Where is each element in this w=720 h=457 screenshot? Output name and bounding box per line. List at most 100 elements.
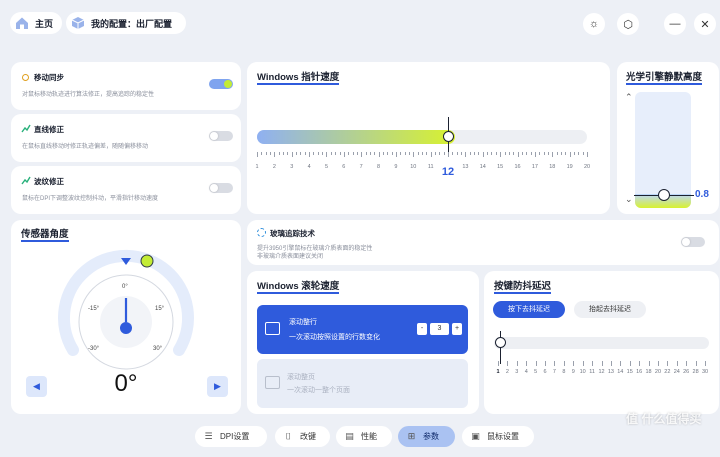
debounce-tick <box>554 361 556 366</box>
settings-button[interactable]: ⬡ <box>617 13 639 35</box>
glass-tracking-desc2: 非玻璃介质表面建议关闭 <box>257 254 324 260</box>
pointer-speed-tick <box>521 152 523 155</box>
ripple-control-card: 波纹修正 鼠标在DPI下调整波纹控制抖动，平滑指针移动速度 <box>11 166 241 214</box>
minimize-button[interactable]: — <box>664 13 686 35</box>
debounce-tick <box>610 361 612 366</box>
scroll-line-icon <box>265 322 280 335</box>
glass-tracking-toggle[interactable] <box>681 237 705 247</box>
pointer-speed-tick <box>439 152 441 155</box>
angle-snapping-desc: 在鼠标直线移动时修正轨迹偏差，随随偏移移动 <box>22 144 149 150</box>
tab-mouse-settings[interactable]: ▣ 鼠标设置 <box>462 426 534 447</box>
pointer-speed-tick <box>456 152 458 155</box>
chevron-down-icon[interactable]: ⌄ <box>625 194 633 205</box>
pointer-speed-tick-label: 15 <box>497 164 504 170</box>
close-button[interactable]: ✕ <box>694 13 716 35</box>
debounce-tick-label: 14 <box>617 369 624 375</box>
debounce-handle[interactable] <box>495 331 506 364</box>
tab-performance[interactable]: ▤ 性能 <box>336 426 392 447</box>
scroll-speed-card: Windows 滚轮速度 滚动整行 一次滚动按照设置的行数变化 - 3 + 滚动… <box>247 271 479 414</box>
motion-sync-toggle[interactable] <box>209 79 233 89</box>
debounce-tick <box>516 361 518 366</box>
scroll-speed-title: Windows 滚轮速度 <box>257 281 340 294</box>
scroll-lines-value[interactable]: 3 <box>430 323 449 335</box>
debounce-tick <box>498 361 499 366</box>
pointer-speed-tick <box>443 152 445 155</box>
pointer-speed-tick <box>413 152 415 157</box>
debounce-tick-label: 15 <box>626 369 633 375</box>
angle-label-r15: 15° <box>155 306 165 312</box>
home-icon <box>15 16 29 30</box>
debounce-tick <box>639 361 641 366</box>
pointer-speed-tick <box>274 152 276 157</box>
pointer-speed-tick <box>526 152 528 155</box>
home-button[interactable]: 主页 <box>10 12 62 34</box>
pointer-speed-fill <box>257 130 456 144</box>
scroll-line-option[interactable]: 滚动整行 一次滚动按照设置的行数变化 - 3 + <box>257 305 468 354</box>
angle-label-l15: -15° <box>88 306 100 312</box>
debounce-track[interactable] <box>494 337 709 349</box>
debounce-tick-label: 1 <box>496 369 500 375</box>
pointer-speed-track[interactable] <box>257 117 587 157</box>
pointer-speed-tick <box>304 152 306 155</box>
debounce-tick-label: 6 <box>543 369 547 375</box>
debounce-tick <box>573 361 575 366</box>
config-selector[interactable]: 我的配置：出厂配置 <box>66 12 186 34</box>
cube-icon <box>71 16 85 30</box>
pointer-speed-tick <box>378 152 380 157</box>
tab-press-debounce[interactable]: 按下去抖延迟 <box>493 301 565 318</box>
pointer-speed-tick <box>587 152 588 157</box>
debounce-tick-label: 11 <box>589 369 595 375</box>
pointer-speed-tick <box>461 152 463 155</box>
scroll-lines-minus[interactable]: - <box>417 323 427 335</box>
pointer-speed-tick <box>582 152 584 155</box>
ripple-control-toggle[interactable] <box>209 183 233 193</box>
debounce-tick-label: 22 <box>664 369 671 375</box>
angle-snapping-toggle[interactable] <box>209 131 233 141</box>
debounce-tick-label: 5 <box>534 369 538 375</box>
pointer-speed-tick <box>478 152 480 155</box>
brightness-button[interactable]: ☼ <box>583 13 605 35</box>
pointer-speed-tick <box>539 152 541 155</box>
debounce-tick <box>705 361 706 366</box>
pointer-speed-tick <box>560 152 562 155</box>
debounce-tick-label: 13 <box>607 369 614 375</box>
tab-keys[interactable]: ⌷ 改键 <box>275 426 330 447</box>
debounce-tick <box>629 361 631 366</box>
pointer-speed-tick <box>257 152 258 157</box>
debounce-card: 按键防抖延迟 按下去抖延迟 抬起去抖延迟 1 2 3 4 5 6 7 8 9 10 11 12 13 14… <box>484 271 719 414</box>
pointer-speed-tick <box>474 152 476 155</box>
scroll-page-option[interactable]: 滚动整页 一次滚动一整个页面 <box>257 359 468 408</box>
debounce-tick-label: 28 <box>692 369 699 375</box>
chevron-up-icon[interactable]: ⌃ <box>625 92 633 103</box>
ripple-icon <box>21 176 31 186</box>
pointer-speed-tick-label: 16 <box>514 164 521 170</box>
pointer-speed-tick-label: 18 <box>549 164 556 170</box>
pointer-speed-tick <box>578 152 580 155</box>
pointer-speed-tick <box>504 152 506 155</box>
hexagon-gear-icon: ⬡ <box>623 18 633 31</box>
debounce-tick <box>535 361 537 366</box>
lod-handle[interactable] <box>658 189 670 201</box>
config-label: 我的配置：出厂配置 <box>91 18 173 29</box>
pointer-speed-tick <box>374 152 376 155</box>
tab-dpi[interactable]: ☰ DPI设置 <box>195 426 267 447</box>
debounce-tick <box>657 361 659 366</box>
pointer-speed-tick-label: 11 <box>427 164 434 170</box>
pointer-speed-tick <box>335 152 337 155</box>
mouse-icon: ⌷ <box>285 431 292 441</box>
pointer-speed-tick <box>556 152 558 155</box>
watermark: 值 什么值得买 <box>626 412 702 426</box>
pointer-speed-card: Windows 指针速度 123456789101112131415161718… <box>247 62 610 214</box>
tab-release-debounce[interactable]: 抬起去抖延迟 <box>574 301 646 318</box>
pointer-speed-tick-label: 8 <box>377 164 381 170</box>
pointer-speed-tick <box>300 152 302 155</box>
debounce-scale: 1 2 3 4 5 6 7 8 9 10 11 12 13 14 15 16 18 20 22 24 26 28 30 <box>494 361 709 381</box>
pointer-speed-tick <box>261 152 263 155</box>
pointer-speed-tick <box>448 152 450 157</box>
pointer-speed-handle[interactable] <box>443 117 455 157</box>
scroll-lines-plus[interactable]: + <box>452 323 462 335</box>
debounce-tick <box>601 361 603 366</box>
pointer-speed-tick <box>426 152 428 155</box>
tab-parameters[interactable]: ⊞ 参数 <box>398 426 455 447</box>
lod-value: 0.8 <box>695 189 709 200</box>
